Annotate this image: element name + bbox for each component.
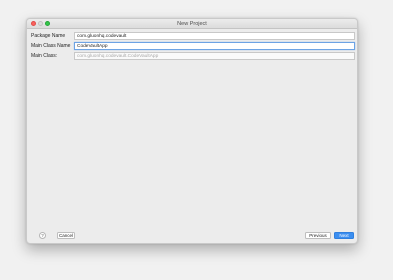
package-name-row: Package Name com.gluonhq.codevault	[27, 32, 357, 41]
title-bar: New Project	[27, 19, 357, 29]
main-class-name-row: Main Class Name CodeVaultApp	[27, 42, 357, 51]
main-class-label: Main Class:	[31, 53, 58, 59]
main-class-field: com.gluonhq.codevault.CodeVaultApp	[74, 52, 355, 60]
help-button[interactable]: ?	[39, 232, 46, 239]
package-name-label: Package Name	[31, 33, 66, 39]
cancel-button[interactable]: Cancel	[57, 232, 75, 239]
package-name-input[interactable]: com.gluonhq.codevault	[74, 32, 355, 40]
main-class-name-input[interactable]: CodeVaultApp	[74, 42, 355, 50]
window-title: New Project	[177, 21, 207, 27]
new-project-dialog: New Project Package Name com.gluonhq.cod…	[26, 18, 358, 244]
main-class-row: Main Class: com.gluonhq.codevault.CodeVa…	[27, 52, 357, 61]
next-button[interactable]: Next	[334, 232, 354, 239]
previous-button[interactable]: Previous	[305, 232, 331, 239]
main-class-name-label: Main Class Name	[31, 43, 71, 49]
